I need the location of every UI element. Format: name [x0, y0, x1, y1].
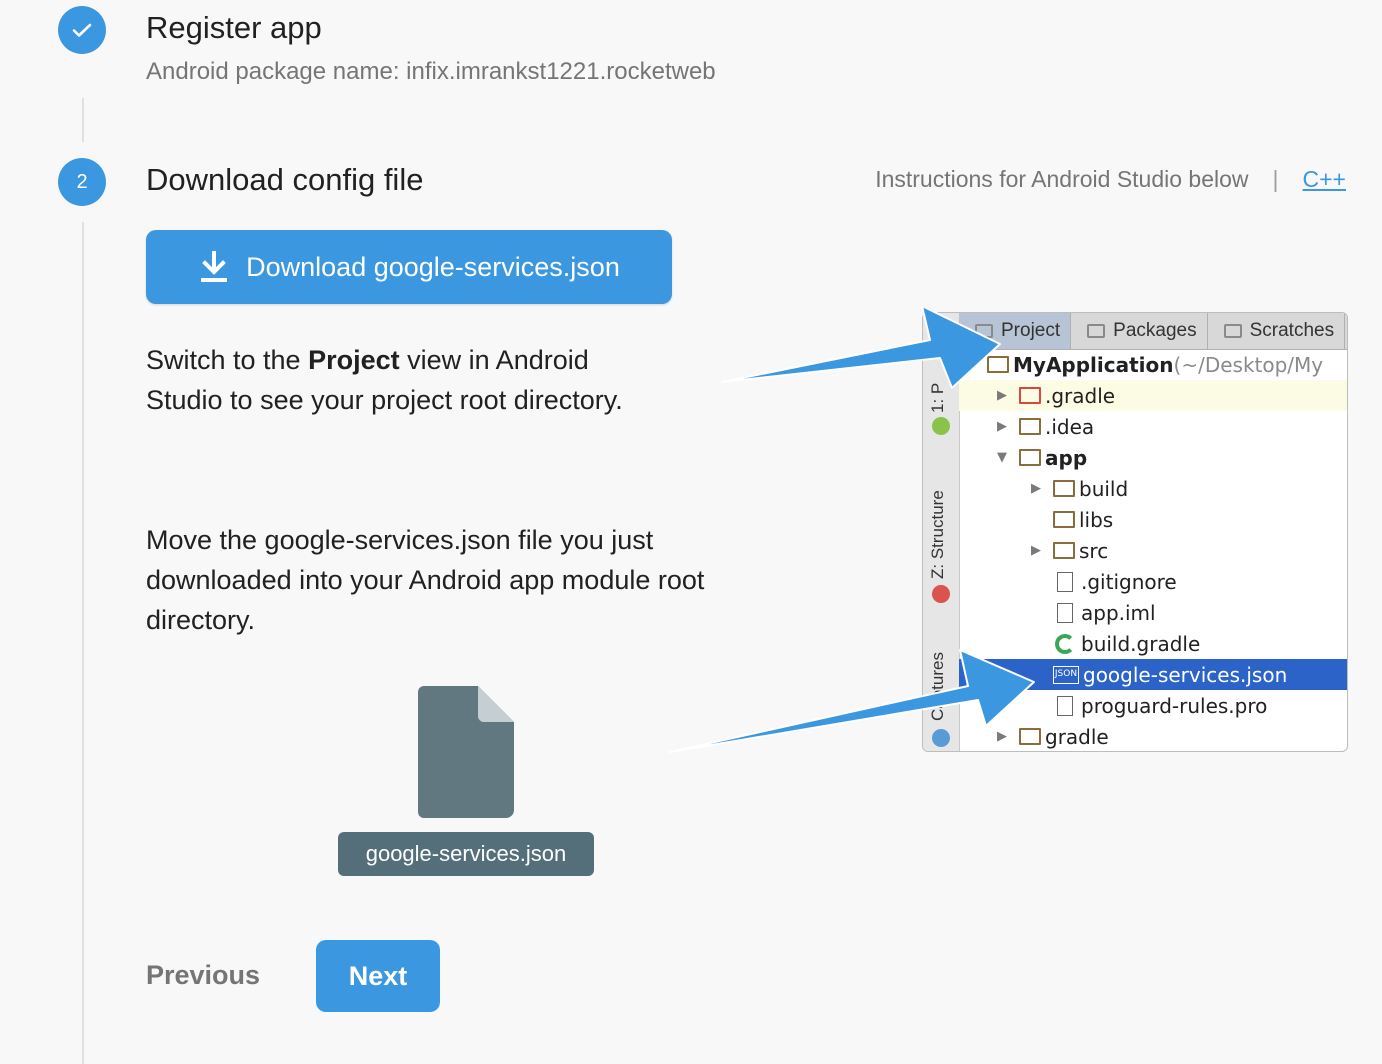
json-file-icon: JSON	[1053, 665, 1079, 684]
step1-complete-badge	[58, 6, 106, 54]
project-tree: ▼ MyApplication (~/Desktop/My ▶ .gradle ▶…	[959, 349, 1347, 751]
folder-icon	[1019, 387, 1041, 404]
folder-icon	[1019, 418, 1041, 435]
tree-row: ▶ src	[1031, 538, 1109, 563]
instructions-bar: Instructions for Android Studio below | …	[875, 166, 1346, 193]
switch-project-view-text: Switch to the Project view in Android St…	[146, 340, 666, 420]
cpp-link[interactable]: C++	[1303, 166, 1346, 193]
tree-row: ▶ gradle	[997, 724, 1109, 749]
ide-side-toolbar: 1: P Z: Structure Captures	[923, 313, 960, 751]
tab-project: Project	[959, 313, 1072, 349]
tree-row-selected: JSON google-services.json	[959, 659, 1347, 690]
previous-button[interactable]: Previous	[146, 960, 260, 991]
tree-row: .gitignore	[959, 566, 1347, 597]
tree-row: ▶ build	[1031, 476, 1129, 501]
side-label-project: 1: P	[928, 382, 947, 413]
switch-text-prefix: Switch to the	[146, 345, 309, 375]
step1-title: Register app	[146, 10, 322, 45]
download-icon	[201, 251, 228, 282]
download-config-button[interactable]: Download google-services.json	[146, 230, 672, 304]
tab-scratches: Scratches	[1208, 313, 1346, 349]
folder-icon	[1053, 480, 1075, 497]
text-file-icon	[1057, 695, 1073, 716]
android-studio-screenshot: 1: P Z: Structure Captures Project Packa…	[922, 312, 1348, 752]
android-icon	[932, 417, 950, 435]
captures-icon	[932, 729, 950, 747]
step1-package-name: Android package name: infix.imrankst1221…	[146, 58, 716, 85]
gradle-icon	[1055, 633, 1075, 654]
side-label-captures: Captures	[928, 652, 947, 721]
tree-row: ▼ app	[997, 445, 1088, 470]
step2-number-badge: 2	[58, 158, 106, 206]
tree-row: ▶ .idea	[997, 414, 1095, 439]
tree-row: libs	[959, 504, 1347, 535]
structure-icon	[932, 585, 950, 603]
tree-row: proguard-rules.pro	[959, 690, 1347, 721]
iml-file-icon	[1057, 602, 1073, 623]
text-file-icon	[1057, 571, 1073, 592]
step-connector-line	[82, 222, 84, 1064]
module-folder-icon	[1019, 449, 1041, 466]
project-view-icon	[975, 324, 993, 338]
folder-icon	[1053, 542, 1075, 559]
tree-row: ▶ .gradle	[959, 380, 1347, 411]
download-button-label: Download google-services.json	[246, 251, 620, 282]
folder-icon	[1053, 511, 1075, 528]
tree-row: build.gradle	[959, 628, 1347, 659]
side-label-structure: Z: Structure	[928, 490, 947, 579]
folder-icon	[1019, 728, 1041, 745]
file-icon	[418, 686, 514, 818]
move-file-text: Move the google-services.json file you j…	[146, 525, 705, 635]
tab-packages: Packages	[1071, 313, 1208, 349]
step2-title: Download config file	[146, 162, 424, 197]
check-icon	[72, 23, 92, 37]
ide-tab-bar: Project Packages Scratches	[959, 313, 1347, 350]
separator: |	[1272, 166, 1279, 192]
step-connector-line	[82, 98, 84, 142]
tree-row: app.iml	[959, 597, 1347, 628]
switch-text-bold: Project	[308, 345, 400, 375]
scratches-icon	[1223, 324, 1242, 338]
file-name-chip: google-services.json	[338, 832, 594, 876]
instructions-text: Instructions for Android Studio below	[875, 166, 1249, 192]
folder-icon	[987, 356, 1009, 373]
next-button[interactable]: Next	[316, 940, 440, 1012]
tree-row: ▼ MyApplication (~/Desktop/My	[965, 352, 1324, 377]
packages-icon	[1087, 324, 1106, 338]
